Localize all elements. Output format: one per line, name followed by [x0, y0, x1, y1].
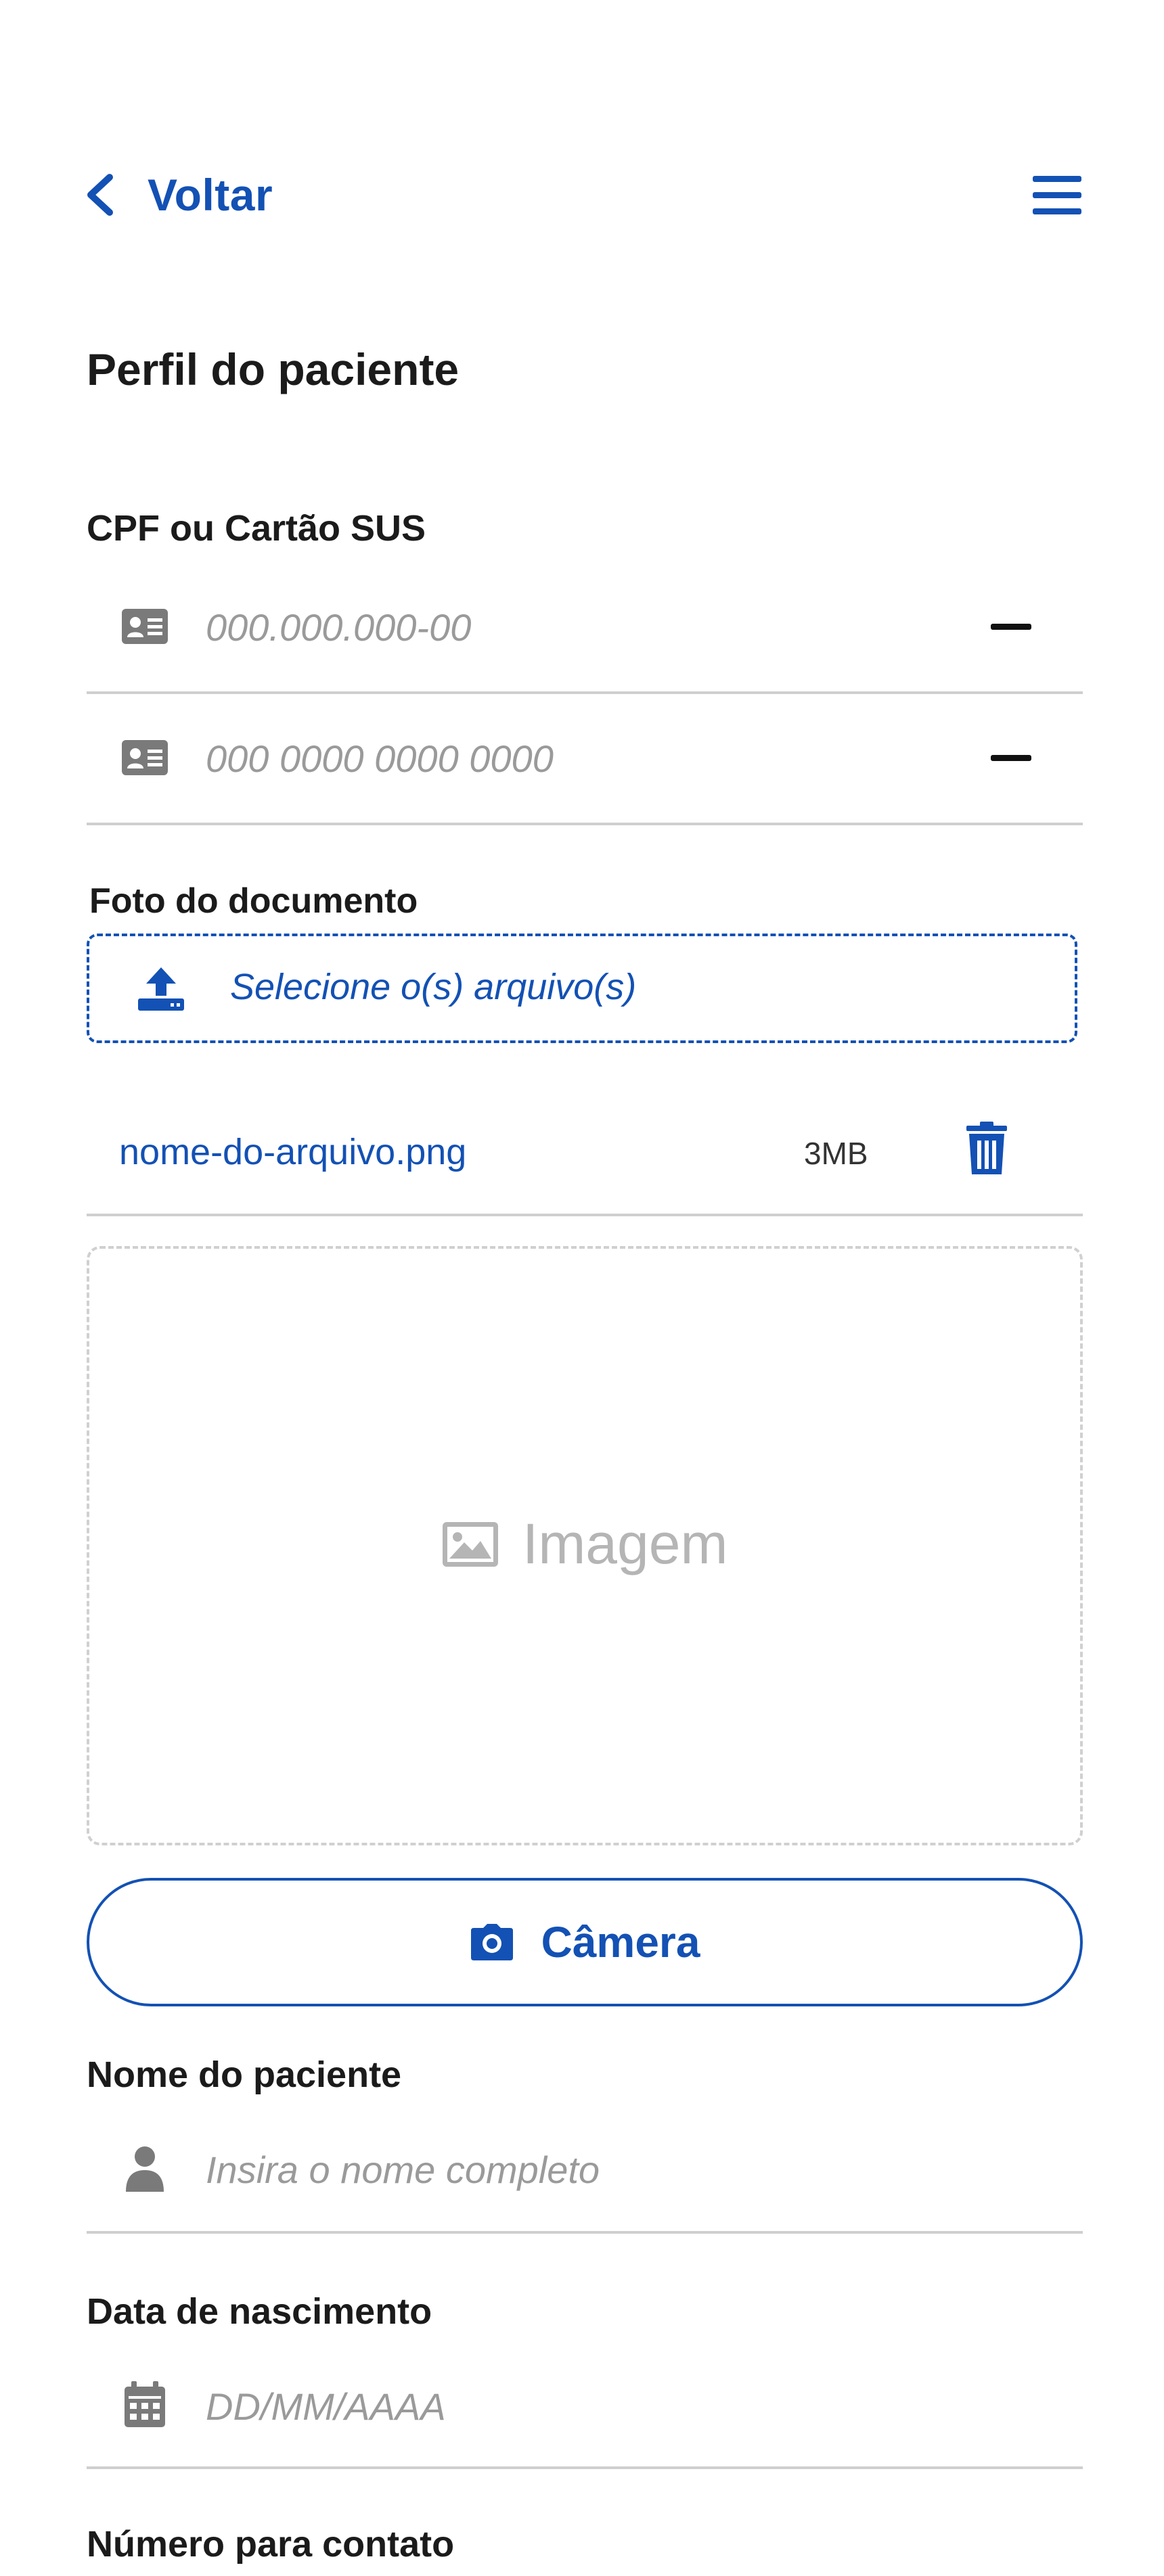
upload-label: Selecione o(s) arquivo(s) [230, 967, 637, 1007]
back-button[interactable]: Voltar [84, 161, 273, 229]
image-label: Imagem [522, 1512, 728, 1576]
birth-date-label: Data de nascimento [87, 2291, 432, 2332]
patient-name-label: Nome do paciente [87, 2054, 402, 2095]
menu-button[interactable] [1030, 172, 1084, 219]
file-upload-dropzone[interactable]: Selecione o(s) arquivo(s) [87, 934, 1077, 1043]
page-title: Perfil do paciente [87, 344, 460, 394]
patient-name-field [87, 2104, 1083, 2234]
trash-icon [966, 1122, 1007, 1174]
cpf-input[interactable] [206, 597, 950, 658]
camera-button[interactable]: Câmera [87, 1878, 1083, 2006]
image-preview-content: Imagem [441, 1511, 728, 1577]
sus-card-field [87, 694, 1083, 825]
patient-profile-page: Voltar Perfil do paciente CPF ou Cartão … [0, 0, 1164, 2576]
patient-name-input[interactable] [206, 2139, 950, 2200]
remove-cpf-button[interactable] [991, 624, 1031, 630]
id-card-icon [119, 732, 171, 783]
delete-file-button[interactable] [964, 1120, 1010, 1177]
birth-date-field [87, 2341, 1083, 2469]
calendar-icon [119, 2378, 171, 2430]
id-card-icon [119, 601, 171, 652]
chevron-left-icon [87, 174, 113, 216]
birth-date-input[interactable] [206, 2376, 950, 2437]
file-name[interactable]: nome-do-arquivo.png [119, 1131, 466, 1173]
sus-card-input[interactable] [206, 728, 950, 789]
back-label: Voltar [148, 170, 273, 220]
camera-label: Câmera [541, 1918, 700, 1967]
hamburger-menu-icon [1033, 176, 1081, 214]
image-icon [443, 1521, 498, 1567]
remove-sus-card-button[interactable] [991, 755, 1031, 761]
document-section-label: CPF ou Cartão SUS [87, 508, 426, 549]
file-size: 3MB [804, 1136, 868, 1171]
camera-icon [470, 1924, 513, 1960]
image-preview: Imagem [87, 1246, 1083, 1845]
header: Voltar [0, 0, 1164, 284]
upload-icon [138, 967, 184, 1011]
photo-section-label: Foto do documento [89, 881, 418, 921]
user-icon [119, 2143, 171, 2194]
cpf-field [87, 563, 1083, 694]
uploaded-file-item: nome-do-arquivo.png 3MB [87, 1097, 1083, 1216]
contact-number-label: Número para contato [87, 2524, 455, 2564]
